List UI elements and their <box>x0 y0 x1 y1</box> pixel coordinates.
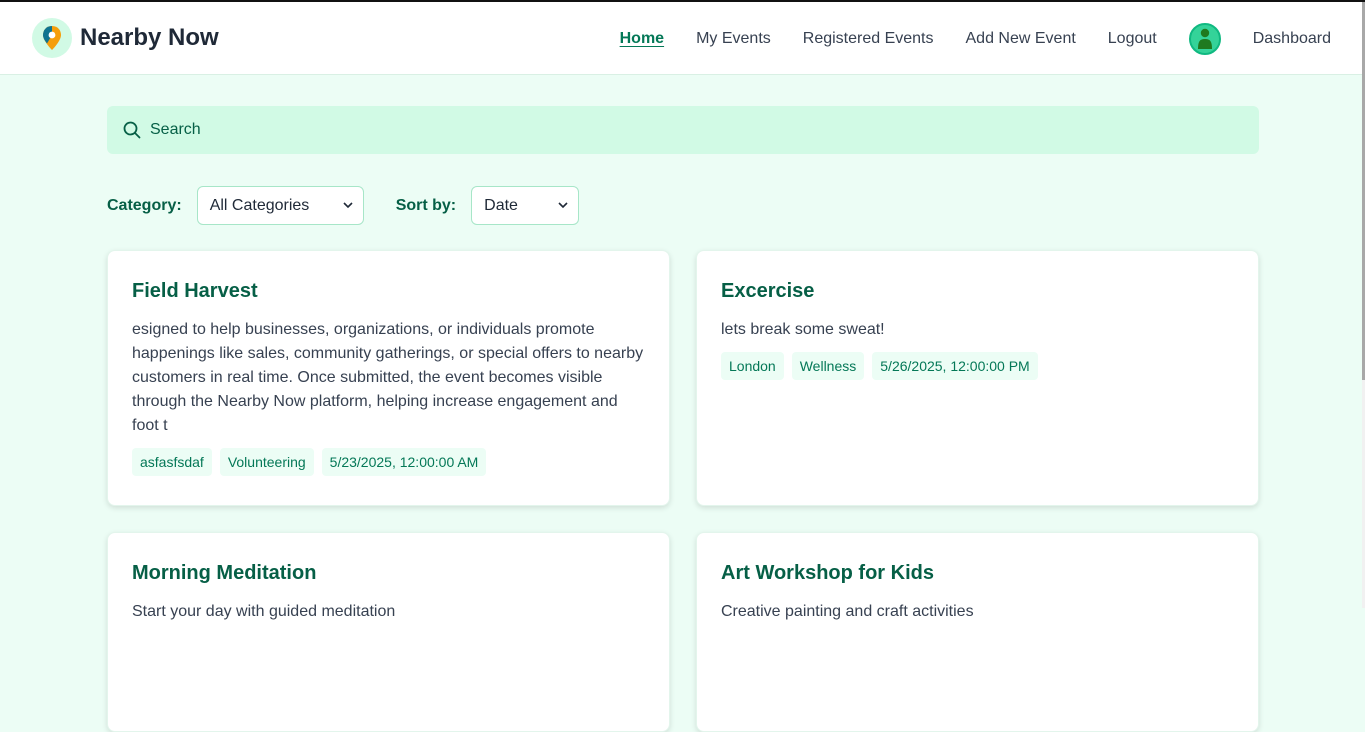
top-navbar: Nearby Now Home My Events Registered Eve… <box>0 2 1362 75</box>
nav-dashboard[interactable]: Dashboard <box>1253 30 1331 48</box>
event-title[interactable]: Morning Meditation <box>132 561 645 585</box>
sort-select[interactable]: Date <box>471 186 580 225</box>
event-category-tag: Volunteering <box>219 448 314 476</box>
chevron-down-icon <box>343 202 353 209</box>
event-card[interactable]: Field Harvest esigned to help businesses… <box>107 250 670 506</box>
sort-label: Sort by: <box>395 196 457 214</box>
event-tags: asfasfsdaf Volunteering 5/23/2025, 12:00… <box>132 448 645 476</box>
category-select[interactable]: All Categories <box>196 186 364 225</box>
category-select-value: All Categories <box>209 196 310 214</box>
event-date-tag: 5/23/2025, 12:00:00 AM <box>321 448 487 476</box>
brand-name: Nearby Now <box>80 24 219 51</box>
brand[interactable]: Nearby Now <box>32 18 219 58</box>
nav-logout[interactable]: Logout <box>1108 30 1157 48</box>
event-date-tag: 5/26/2025, 12:00:00 PM <box>872 352 1038 380</box>
event-location-tag: London <box>721 352 784 380</box>
event-description: Creative painting and craft activities <box>721 603 974 620</box>
event-tags: London Wellness 5/26/2025, 12:00:00 PM <box>721 352 1234 380</box>
event-description: lets break some sweat! <box>721 321 885 338</box>
event-description: esigned to help businesses, organization… <box>132 321 644 434</box>
event-category-tag: Wellness <box>791 352 865 380</box>
search-input[interactable]: Search <box>150 121 201 139</box>
event-card[interactable]: Excercise lets break some sweat! London … <box>696 250 1259 506</box>
search-bar[interactable]: Search <box>107 106 1259 154</box>
event-title[interactable]: Field Harvest <box>132 279 645 303</box>
user-icon <box>1197 28 1212 49</box>
nav-registered-events[interactable]: Registered Events <box>803 30 934 48</box>
nav-add-new-event[interactable]: Add New Event <box>966 30 1076 48</box>
main-nav: Home My Events Registered Events Add New… <box>588 2 1331 75</box>
event-description: Start your day with guided meditation <box>132 603 396 620</box>
chevron-down-icon <box>558 202 568 209</box>
nav-home[interactable]: Home <box>620 30 664 48</box>
event-card[interactable]: Art Workshop for Kids Creative painting … <box>696 532 1259 732</box>
sort-select-value: Date <box>484 196 518 214</box>
nav-my-events[interactable]: My Events <box>696 30 771 48</box>
filter-bar: Category: All Categories Sort by: Date <box>107 186 580 225</box>
map-pin-logo-icon <box>32 18 72 58</box>
search-icon <box>123 121 141 139</box>
event-card[interactable]: Morning Meditation Start your day with g… <box>107 532 670 732</box>
category-label: Category: <box>107 196 182 214</box>
event-title[interactable]: Excercise <box>721 279 1234 303</box>
event-title[interactable]: Art Workshop for Kids <box>721 561 1234 585</box>
event-location-tag: asfasfsdaf <box>132 448 212 476</box>
user-avatar[interactable] <box>1188 22 1221 55</box>
